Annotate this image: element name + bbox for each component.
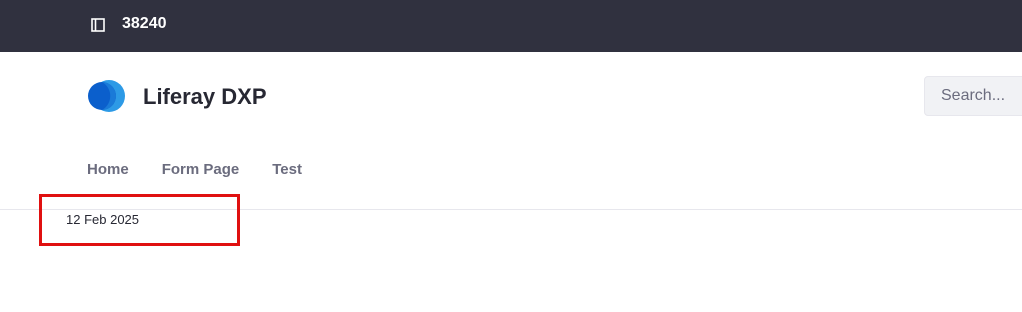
main-navigation: Home Form Page Test — [87, 160, 302, 180]
highlight-annotation-box — [39, 194, 240, 246]
sidebar-panel-icon[interactable] — [90, 17, 106, 33]
liferay-logo[interactable] — [87, 78, 125, 114]
nav-item-home[interactable]: Home — [87, 160, 129, 180]
nav-item-form-page[interactable]: Form Page — [162, 160, 240, 180]
nav-item-test[interactable]: Test — [272, 160, 302, 180]
site-name[interactable]: Liferay DXP — [143, 84, 267, 110]
control-menu: 38240 — [0, 0, 1022, 52]
site-id: 38240 — [122, 15, 167, 32]
search-input[interactable] — [924, 76, 1022, 116]
